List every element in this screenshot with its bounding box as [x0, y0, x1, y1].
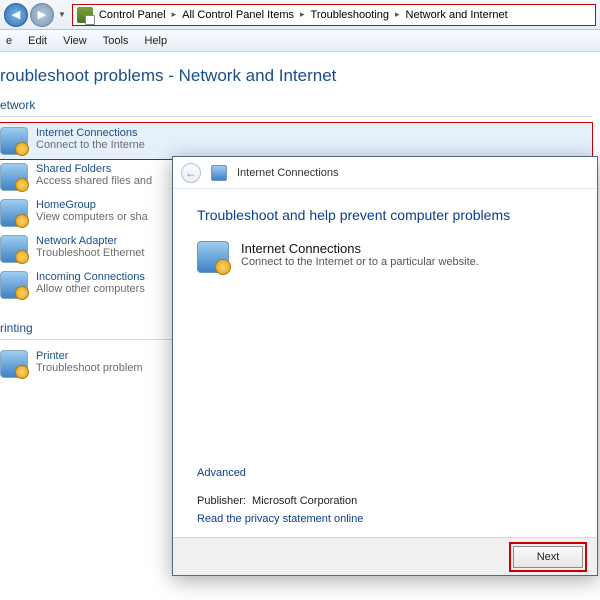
- adapter-icon: [0, 235, 28, 263]
- menu-bar: e Edit View Tools Help: [0, 30, 600, 52]
- item-sub: Troubleshoot Ethernet: [36, 247, 144, 259]
- nav-history-dropdown[interactable]: ▼: [58, 10, 66, 19]
- wizard-title: Internet Connections: [237, 167, 339, 179]
- wizard-back-button[interactable]: ←: [181, 163, 201, 183]
- item-title: Internet Connections: [36, 127, 145, 139]
- item-sub: View computers or sha: [36, 211, 148, 223]
- nav-back-button[interactable]: ◀: [4, 3, 28, 27]
- publisher-label: Publisher:: [197, 495, 246, 507]
- item-title: Network Adapter: [36, 235, 144, 247]
- item-title: Incoming Connections: [36, 271, 145, 283]
- folder-share-icon: [0, 163, 28, 191]
- breadcrumb-icon: [77, 7, 93, 23]
- advanced-link[interactable]: Advanced: [197, 467, 246, 479]
- crumb-1[interactable]: All Control Panel Items: [182, 9, 294, 21]
- internet-globe-icon: [197, 241, 229, 273]
- menu-view[interactable]: View: [63, 35, 87, 47]
- next-button[interactable]: Next: [513, 546, 583, 568]
- wizard-item: Internet Connections Connect to the Inte…: [197, 241, 573, 273]
- publisher-line: Publisher: Microsoft Corporation: [197, 495, 357, 507]
- crumb-0[interactable]: Control Panel: [99, 9, 166, 21]
- item-sub: Troubleshoot problem: [36, 362, 143, 374]
- globe-icon: [0, 127, 28, 155]
- wizard-heading: Troubleshoot and help prevent computer p…: [197, 207, 573, 223]
- publisher-value: Microsoft Corporation: [252, 495, 357, 507]
- crumb-2[interactable]: Troubleshooting: [311, 9, 389, 21]
- item-internet-connections[interactable]: Internet Connections Connect to the Inte…: [0, 123, 592, 159]
- item-sub: Access shared files and: [36, 175, 152, 187]
- privacy-link[interactable]: Read the privacy statement online: [197, 513, 363, 525]
- chevron-right-icon: ▸: [300, 9, 305, 20]
- chevron-right-icon: ▸: [395, 9, 400, 20]
- menu-help[interactable]: Help: [144, 35, 167, 47]
- nav-forward-button[interactable]: ▶: [30, 3, 54, 27]
- wizard-item-sub: Connect to the Internet or to a particul…: [241, 256, 479, 268]
- chevron-right-icon: ▸: [172, 9, 177, 20]
- menu-file[interactable]: e: [6, 35, 12, 47]
- item-title: HomeGroup: [36, 199, 148, 211]
- category-network: etwork: [0, 98, 592, 117]
- page-title: roubleshoot problems - Network and Inter…: [0, 52, 592, 98]
- menu-edit[interactable]: Edit: [28, 35, 47, 47]
- wizard-dialog: ← Internet Connections Troubleshoot and …: [172, 156, 598, 576]
- incoming-icon: [0, 271, 28, 299]
- menu-tools[interactable]: Tools: [103, 35, 129, 47]
- wizard-item-title: Internet Connections: [241, 241, 479, 256]
- wizard-icon: [211, 165, 227, 181]
- item-title: Shared Folders: [36, 163, 152, 175]
- printer-icon: [0, 350, 28, 378]
- crumb-3[interactable]: Network and Internet: [406, 9, 508, 21]
- breadcrumb[interactable]: Control Panel▸ All Control Panel Items▸ …: [72, 4, 596, 26]
- homegroup-icon: [0, 199, 28, 227]
- item-sub: Connect to the Interne: [36, 139, 145, 151]
- item-title: Printer: [36, 350, 143, 362]
- item-sub: Allow other computers: [36, 283, 145, 295]
